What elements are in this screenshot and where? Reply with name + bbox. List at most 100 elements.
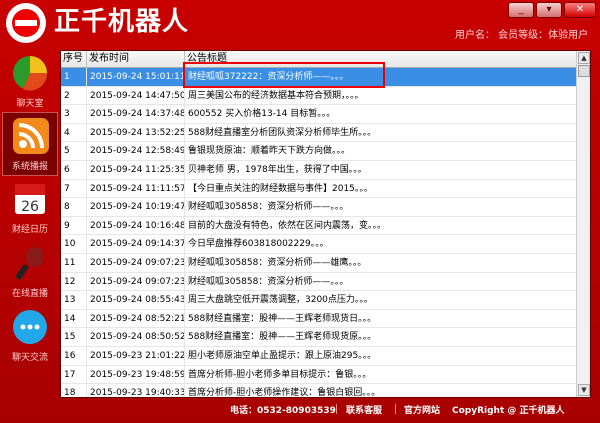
announcement-table: 序号 发布时间 公告标题 1 2015-09-24 15:01:11 财经呱呱372… bbox=[60, 50, 591, 398]
table-row[interactable]: 5 2015-09-24 12:58:49 鲁银现货原油：顺着昨天下跌方向做。。。 bbox=[61, 142, 576, 161]
microphone-icon bbox=[15, 247, 44, 280]
user-info: 用户名： 会员等级：体验用户 bbox=[455, 30, 589, 41]
row-time: 2015-09-23 21:01:22 bbox=[87, 346, 185, 365]
row-title: 周三大盘跳空低开震荡调整，3200点压力。。。 bbox=[188, 295, 373, 306]
row-title: 财经呱呱305858：资深分析师——。。。 bbox=[188, 276, 349, 287]
window-controls: _ ▾ ✕ bbox=[508, 2, 596, 18]
table-row[interactable]: 8 2015-09-24 10:19:47 财经呱呱305858：资深分析师——。。… bbox=[61, 198, 576, 217]
row-index: 18 bbox=[61, 384, 87, 397]
row-time: 2015-09-24 08:50:52 bbox=[87, 328, 185, 347]
sidebar-item-label: 财经日历 bbox=[11, 225, 48, 235]
row-time: 2015-09-24 08:55:43 bbox=[87, 291, 185, 310]
sidebar-item-label: 聊天交流 bbox=[11, 353, 48, 363]
rss-icon bbox=[13, 118, 49, 154]
table-row[interactable]: 9 2015-09-24 10:16:48 目前的大盘没有特色，依然在区间内震荡，变… bbox=[61, 216, 576, 236]
row-title: 首席分析师-胆小老师多单目标提示：鲁银。。。 bbox=[188, 369, 372, 380]
table-row[interactable]: 12 2015-09-24 09:07:23 财经呱呱305858：资深分析师——。… bbox=[61, 272, 576, 292]
row-title: 贝神老师 男，1978年出生，获得了中国。。。 bbox=[188, 164, 367, 175]
sidebar: 聊天室 系统播报 26 财经日历 在线直播 聊天交流 bbox=[0, 46, 60, 423]
row-title: 首席分析师-胆小老师操作建议：鲁银白银回。。。 bbox=[188, 388, 381, 398]
app-title: 正千机器人 bbox=[54, 7, 190, 37]
scroll-thumb[interactable] bbox=[578, 65, 590, 77]
table-row[interactable]: 4 2015-09-24 13:52:25 588财经直播室分析团队资深分析师毕生所… bbox=[61, 123, 576, 143]
row-title: 588财经直播室：股神——王辉老师现货原。。。 bbox=[188, 332, 377, 343]
footer-phone: 电话：0532-80903539 bbox=[230, 406, 336, 416]
sidebar-item-label: 在线直播 bbox=[11, 289, 48, 299]
row-time: 2015-09-24 10:16:48 bbox=[87, 216, 185, 235]
row-index: 6 bbox=[61, 160, 87, 179]
row-index: 10 bbox=[61, 235, 87, 254]
row-time: 2015-09-24 12:58:49 bbox=[87, 142, 185, 161]
table-row[interactable]: 6 2015-09-24 11:25:35 贝神老师 男，1978年出生，获得了中国… bbox=[61, 160, 576, 180]
row-index: 15 bbox=[61, 328, 87, 347]
row-index: 5 bbox=[61, 142, 87, 161]
row-title: 600552 买入价格13-14 目标暂。。。 bbox=[188, 109, 336, 120]
sidebar-item-label: 系统播报 bbox=[11, 162, 48, 172]
sidebar-item-chatroom[interactable]: 聊天室 bbox=[2, 50, 58, 114]
scroll-down-icon[interactable]: ▼ bbox=[578, 384, 590, 396]
settings-menu-button[interactable]: ▾ bbox=[536, 2, 562, 18]
row-title: 588财经直播室：股神——王辉老师现货日。。。 bbox=[188, 313, 377, 324]
row-time: 2015-09-24 15:01:11 bbox=[87, 68, 185, 86]
minimize-button[interactable]: _ bbox=[508, 2, 534, 18]
table-body: 1 2015-09-24 15:01:11 财经呱呱372222：资深分析师——。。… bbox=[61, 68, 576, 398]
table-row[interactable]: 18 2015-09-23 19:40:33 首席分析师-胆小老师操作建议：鲁银白银… bbox=[61, 384, 576, 398]
row-time: 2015-09-23 19:48:59 bbox=[87, 365, 185, 384]
official-website-link[interactable]: 官方网站 bbox=[404, 403, 440, 416]
table-row[interactable]: 7 2015-09-24 11:11:57 【今日重点关注的财经数据与事件】2015… bbox=[61, 179, 576, 199]
row-index: 14 bbox=[61, 309, 87, 328]
table-row[interactable]: 17 2015-09-23 19:48:59 首席分析师-胆小老师多单目标提示：鲁银… bbox=[61, 365, 576, 385]
row-index: 4 bbox=[61, 123, 87, 142]
row-title: 588财经直播室分析团队资深分析师毕生所。。。 bbox=[188, 127, 377, 138]
table-row[interactable]: 11 2015-09-24 09:07:23 财经呱呱305858：资深分析师——雄… bbox=[61, 253, 576, 273]
row-time: 2015-09-24 11:25:35 bbox=[87, 160, 185, 179]
svg-text:26: 26 bbox=[21, 199, 39, 215]
table-row[interactable]: 2 2015-09-24 14:47:50 周三美国公布的经济数据基本符合预期，。。… bbox=[61, 86, 576, 106]
row-time: 2015-09-24 14:37:48 bbox=[87, 105, 185, 124]
row-title: 周三美国公布的经济数据基本符合预期，。。。 bbox=[188, 90, 364, 101]
table-row[interactable]: 15 2015-09-24 08:50:52 588财经直播室：股神——王辉老师现货… bbox=[61, 328, 576, 347]
vertical-scrollbar[interactable]: ▲ ▼ bbox=[576, 51, 590, 397]
contact-service-link[interactable]: 联系客服 bbox=[346, 403, 382, 416]
col-header-time[interactable]: 发布时间 bbox=[87, 51, 185, 67]
row-time: 2015-09-24 14:47:50 bbox=[87, 86, 185, 105]
row-index: 9 bbox=[61, 216, 87, 235]
sidebar-item-broadcast[interactable]: 系统播报 bbox=[2, 112, 58, 176]
row-time: 2015-09-24 09:07:23 bbox=[87, 253, 185, 272]
table-row[interactable]: 3 2015-09-24 14:37:48 600552 买入价格13-14 目标暂… bbox=[61, 105, 576, 124]
sidebar-item-calendar[interactable]: 26 财经日历 bbox=[2, 176, 58, 240]
row-title: 目前的大盘没有特色，依然在区间内震荡，变。。。 bbox=[188, 220, 387, 231]
row-title: 鲁银现货原油：顺着昨天下跌方向做。。。 bbox=[188, 146, 351, 157]
table-row[interactable]: 14 2015-09-24 08:52:21 588财经直播室：股神——王辉老师现货… bbox=[61, 309, 576, 329]
row-time: 2015-09-24 13:52:25 bbox=[87, 123, 185, 142]
sidebar-item-chat[interactable]: 聊天交流 bbox=[2, 304, 58, 368]
app-window: 正千机器人 用户名： 会员等级：体验用户 _ ▾ ✕ 聊天室 系统播报 26 财… bbox=[0, 0, 600, 423]
calendar-icon: 26 bbox=[15, 184, 45, 215]
sidebar-item-live[interactable]: 在线直播 bbox=[2, 240, 58, 304]
copyright-text: CopyRight @ 正千机器人 bbox=[452, 406, 565, 416]
row-index: 3 bbox=[61, 105, 87, 124]
row-index: 13 bbox=[61, 291, 87, 310]
row-time: 2015-09-24 11:11:57 bbox=[87, 179, 185, 198]
close-button[interactable]: ✕ bbox=[564, 2, 596, 18]
table-row[interactable]: 16 2015-09-23 21:01:22 胆小老师原油空单止盈提示：跟上原油29… bbox=[61, 346, 576, 366]
row-index: 12 bbox=[61, 272, 87, 291]
chat-bubble-icon bbox=[13, 310, 47, 344]
row-time: 2015-09-24 08:52:21 bbox=[87, 309, 185, 328]
table-row[interactable]: 13 2015-09-24 08:55:43 周三大盘跳空低开震荡调整，3200点压… bbox=[61, 291, 576, 310]
row-title: 财经呱呱305858：资深分析师——。。。 bbox=[188, 202, 349, 213]
scroll-up-icon[interactable]: ▲ bbox=[578, 52, 590, 64]
pie-chart-icon bbox=[13, 56, 48, 91]
row-title: 今日早盘推荐603818002229。。。 bbox=[188, 239, 329, 250]
logo-icon bbox=[6, 3, 46, 43]
col-header-index[interactable]: 序号 bbox=[61, 51, 87, 67]
row-index: 11 bbox=[61, 253, 87, 272]
row-title: 胆小老师原油空单止盈提示：跟上原油295。。。 bbox=[188, 350, 377, 361]
row-index: 16 bbox=[61, 346, 87, 365]
sidebar-item-label: 聊天室 bbox=[16, 99, 44, 109]
row-index: 2 bbox=[61, 86, 87, 105]
table-row[interactable]: 10 2015-09-24 09:14:37 今日早盘推荐603818002229。… bbox=[61, 235, 576, 254]
row-time: 2015-09-24 10:19:47 bbox=[87, 198, 185, 217]
row-index: 8 bbox=[61, 198, 87, 217]
row-index: 17 bbox=[61, 365, 87, 384]
